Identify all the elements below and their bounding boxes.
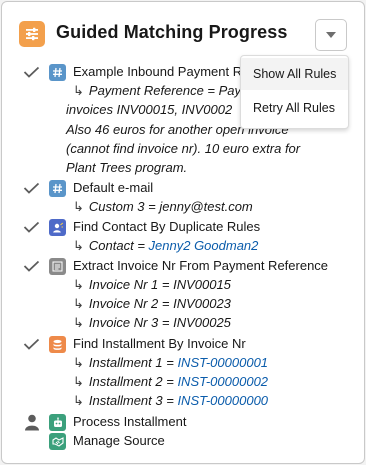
handshake-icon [49, 433, 66, 450]
installment-link[interactable]: INST-00000000 [177, 393, 268, 408]
person-icon [25, 414, 39, 431]
check-icon [23, 182, 40, 194]
step-detail: ↳ Installment 3 = INST-00000000 [73, 393, 269, 408]
check-icon [23, 338, 40, 350]
menu-item-show-all-rules[interactable]: Show All Rules [241, 58, 348, 90]
menu-dropdown-button[interactable] [315, 19, 347, 51]
step-detail: ↳ Invoice Nr 1 = INV00015 [73, 277, 231, 292]
step-detail: ↳ Installment 1 = INST-00000001 [73, 355, 269, 370]
check-icon [23, 221, 40, 233]
menu-item-retry-all-rules[interactable]: Retry All Rules [241, 92, 348, 124]
step-detail-continuation: Plant Trees program. [66, 160, 188, 175]
step-detail: ↳ Payment Reference = Pay [73, 83, 242, 98]
card-title: Guided Matching Progress [56, 22, 288, 42]
chevron-down-icon [326, 32, 336, 38]
step-detail: ↳ Invoice Nr 2 = INV00023 [73, 296, 231, 311]
robot-icon [49, 414, 66, 431]
step-detail: ↳ Contact = Jenny2 Goodman2 [73, 238, 259, 253]
step-row: Find Contact By Duplicate Rules [2, 218, 364, 237]
step-row: Find Installment By Invoice Nr [2, 335, 364, 354]
hash-icon [49, 180, 66, 197]
step-detail-continuation: invoices INV00015, INV0002 [66, 102, 233, 117]
step-row: Manage Source [2, 432, 364, 451]
step-row: Extract Invoice Nr From Payment Referenc… [2, 257, 364, 276]
contact-icon [49, 219, 66, 236]
step-label: Find Contact By Duplicate Rules [73, 219, 261, 234]
database-icon [49, 336, 66, 353]
step-detail: ↳ Invoice Nr 3 = INV00025 [73, 315, 231, 330]
installment-link[interactable]: INST-00000002 [177, 374, 268, 389]
step-detail-continuation: (cannot find invoice nr). 10 euro extra … [66, 141, 301, 156]
step-label: Find Installment By Invoice Nr [73, 336, 246, 351]
step-label: Process Installment [73, 414, 187, 429]
guided-matching-card: Guided Matching Progress Show All Rules … [1, 1, 365, 464]
check-icon [23, 66, 40, 78]
step-label: Extract Invoice Nr From Payment Referenc… [73, 258, 329, 273]
step-row: Process Installment [2, 413, 364, 432]
sliders-icon [19, 21, 45, 47]
step-label: Example Inbound Payment R [73, 64, 243, 79]
step-detail: ↳ Installment 2 = INST-00000002 [73, 374, 269, 389]
check-icon [23, 260, 40, 272]
step-row: Default e-mail [2, 179, 364, 198]
step-label: Manage Source [73, 433, 165, 448]
hash-icon [49, 64, 66, 81]
contact-link[interactable]: Jenny2 Goodman2 [149, 238, 259, 253]
list-icon [49, 258, 66, 275]
step-detail: ↳ Custom 3 = jenny@test.com [73, 199, 253, 214]
actions-dropdown-menu: Show All Rules Retry All Rules [240, 55, 349, 129]
installment-link[interactable]: INST-00000001 [177, 355, 268, 370]
step-label: Default e-mail [73, 180, 154, 195]
